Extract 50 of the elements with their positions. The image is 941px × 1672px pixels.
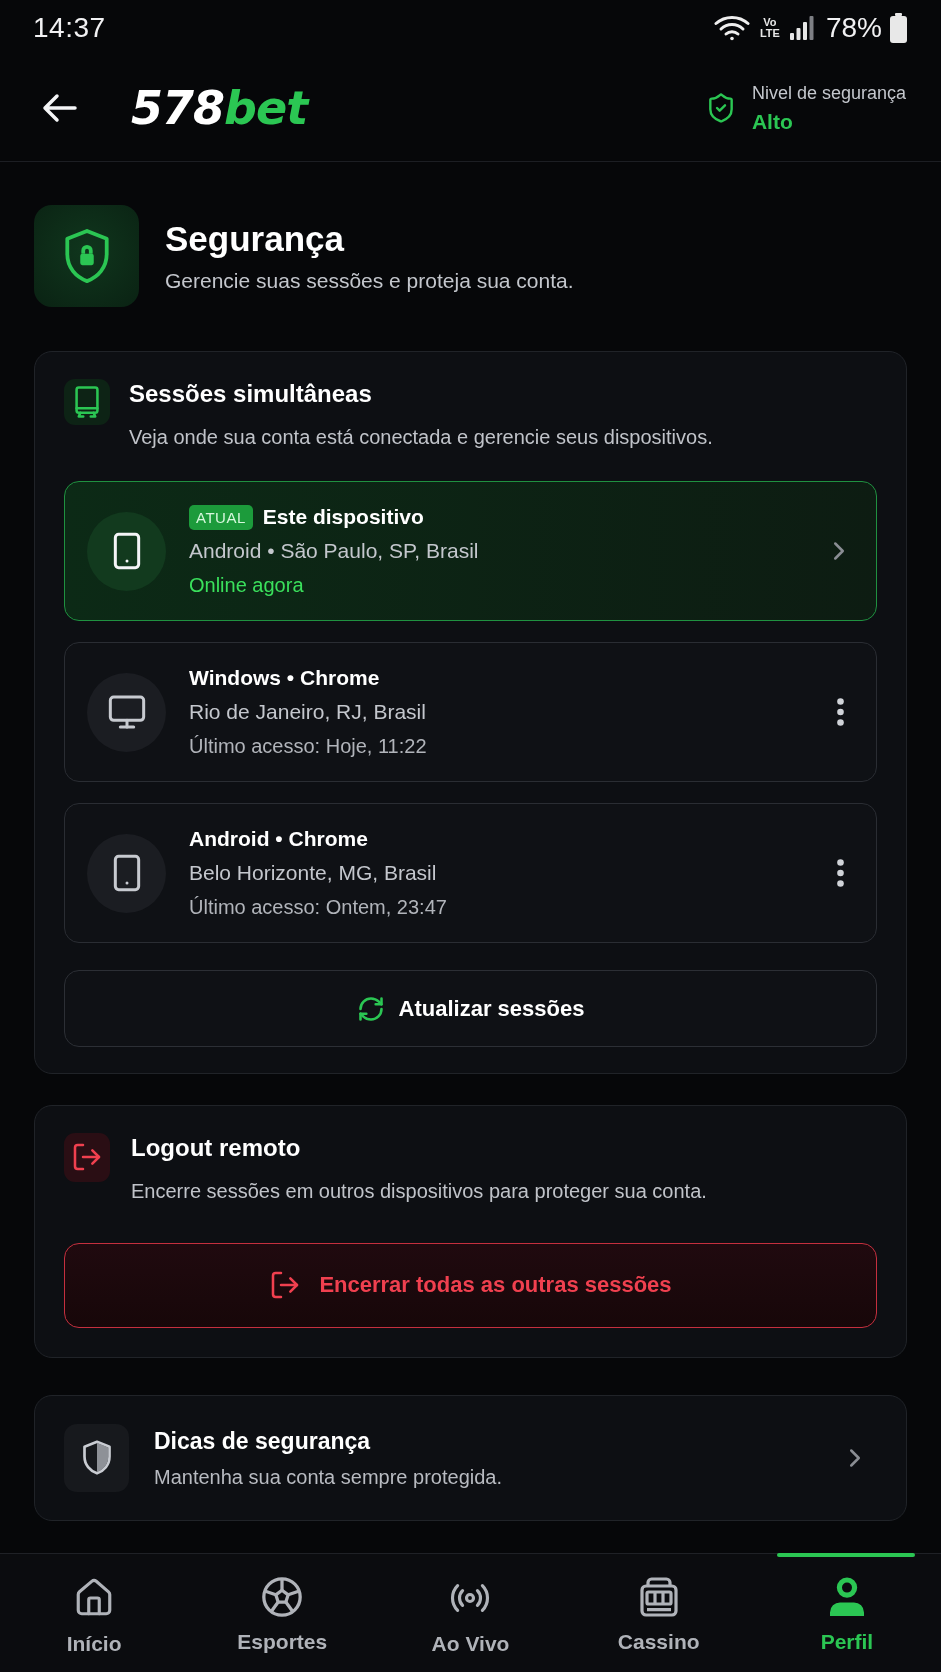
device-card[interactable]: Windows • Chrome Rio de Janeiro, RJ, Brasil Último acesso: Hoje, 11:22 [64,642,877,782]
back-button[interactable] [42,93,78,123]
page-title: Segurança [165,218,346,260]
device-title: Android • Chrome [189,827,368,851]
current-device-card[interactable]: ATUAL Este dispositivo Android • São Paulo, SP, Brasil Online agora [64,481,877,621]
battery-percent: 78% [825,11,882,44]
device-location: Rio de Janeiro, RJ, Brasil [189,699,427,725]
shield-icon [81,1440,112,1475]
section-description: Encerre sessões em outros dispositivos para proteger sua conta. [131,1178,707,1203]
signal-icon [789,15,814,40]
security-level-label: Nivel de segurança [751,82,906,104]
vertical-dots-icon [837,859,844,887]
nav-tab[interactable]: Ao Vivo [376,1554,565,1672]
refresh-icon [356,994,385,1023]
device-location: Belo Horizonte, MG, Brasil [189,860,438,886]
logout-icon [71,1141,103,1173]
refresh-sessions-button[interactable]: Atualizar sessões [64,970,877,1047]
tips-description: Mantenha sua conta sempre protegida. [154,1464,503,1489]
battery-icon [890,12,907,43]
device-location: Android • São Paulo, SP, Brasil [189,538,480,564]
nav-tab[interactable]: Perfil [752,1554,941,1672]
device-status: Último acesso: Hoje, 11:22 [189,734,428,759]
section-title: Sessões simultâneas [129,379,373,409]
nav-tab[interactable]: Início [0,1554,189,1672]
device-status: Online agora [189,573,305,598]
soccer-ball-icon [262,1577,303,1617]
end-all-sessions-button[interactable]: Encerrar todas as outras sessões [64,1242,877,1328]
network-type-label: Vo LTE [758,16,781,39]
tablet-stand-icon [72,386,102,418]
user-icon [827,1577,866,1617]
logo: 578bet [131,85,308,131]
device-title: Este dispositivo [262,505,424,529]
current-badge: ATUAL [189,504,253,530]
device-status: Último acesso: Ontem, 23:47 [189,895,448,920]
nav-tab[interactable]: Esportes [188,1554,377,1672]
page-subtitle: Gerencie suas sessões e proteja sua conta. [165,268,574,294]
device-title: Windows • Chrome [189,666,380,690]
shield-lock-icon [64,229,109,283]
tips-title: Dicas de segurança [154,1426,372,1455]
back-arrow-icon [42,93,78,123]
device-card[interactable]: Android • Chrome Belo Horizonte, MG, Brasil Último acesso: Ontem, 23:47 [64,803,877,943]
security-level-value: Alto [751,109,794,134]
nav-tab[interactable]: Cassino [564,1554,753,1672]
status-time: 14:37 [33,11,106,44]
slot-machine-icon [638,1577,679,1617]
section-title: Logout remoto [131,1132,302,1163]
vertical-dots-icon [837,698,844,726]
security-tips-card[interactable]: Dicas de segurança Mantenha sua conta sempre protegida. [34,1394,907,1521]
section-description: Veja onde sua conta está conectada e gerencie seus dispositivos. [129,425,713,449]
wifi-icon [713,14,750,41]
